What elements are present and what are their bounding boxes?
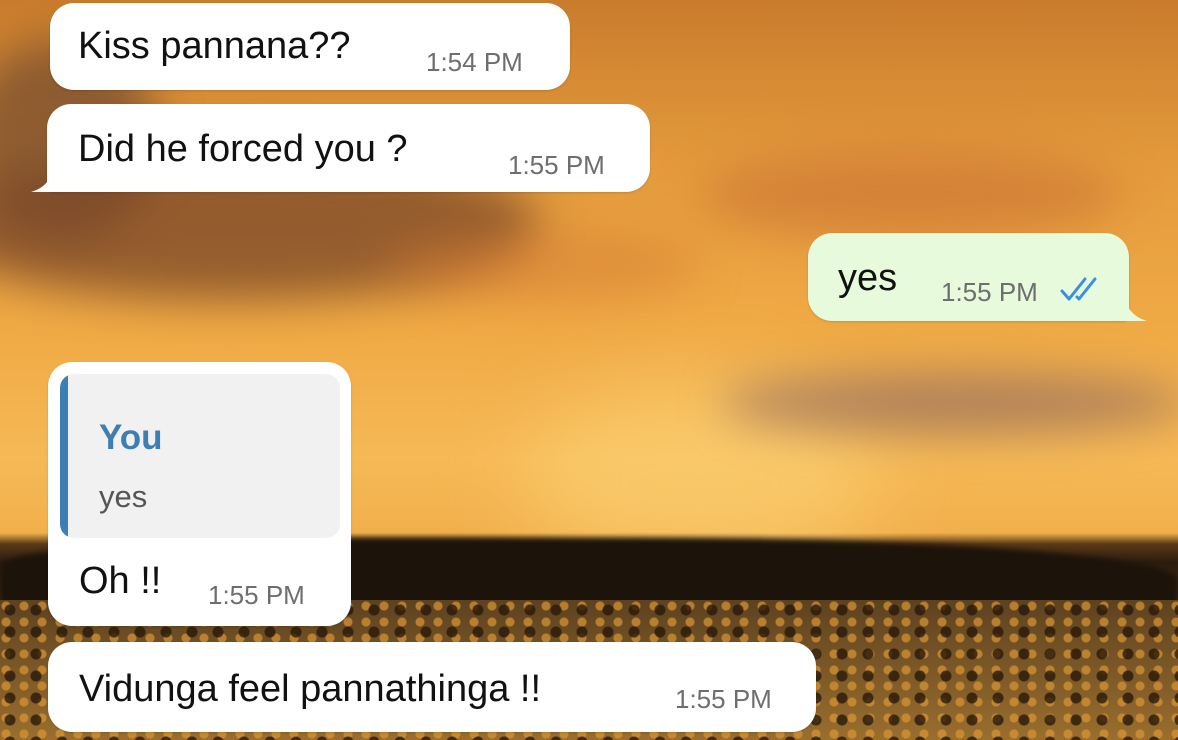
message-text: Did he forced you ? — [78, 128, 408, 170]
message-timestamp: 1:55 PM — [941, 277, 1038, 307]
quote-author: You — [99, 418, 163, 457]
message-text: Oh !! — [79, 560, 162, 602]
message-bubble-incoming[interactable]: Vidunga feel pannathinga !! 1:55 PM — [48, 642, 816, 732]
message-text: Kiss pannana?? — [78, 25, 351, 67]
bubble-tail — [1107, 291, 1147, 321]
message-bubble-outgoing[interactable]: yes 1:55 PM — [808, 233, 1147, 321]
message-timestamp: 1:55 PM — [508, 150, 605, 180]
quote-accent-bar — [60, 374, 68, 538]
reply-quote[interactable]: You yes — [60, 374, 340, 538]
message-text: yes — [838, 257, 898, 299]
message-timestamp: 1:55 PM — [675, 684, 772, 714]
message-timestamp: 1:55 PM — [208, 580, 305, 610]
double-check-icon — [1060, 277, 1097, 301]
bubble-tail — [31, 162, 71, 192]
message-bubble-incoming[interactable]: Kiss pannana?? 1:54 PM — [50, 3, 570, 90]
message-timestamp: 1:54 PM — [426, 47, 523, 77]
quote-text: yes — [99, 479, 148, 514]
message-bubble-incoming[interactable]: Did he forced you ? 1:55 PM — [31, 104, 650, 192]
message-text: Vidunga feel pannathinga !! — [79, 668, 542, 710]
message-bubble-incoming-reply[interactable]: You yes Oh !! 1:55 PM — [48, 362, 351, 626]
